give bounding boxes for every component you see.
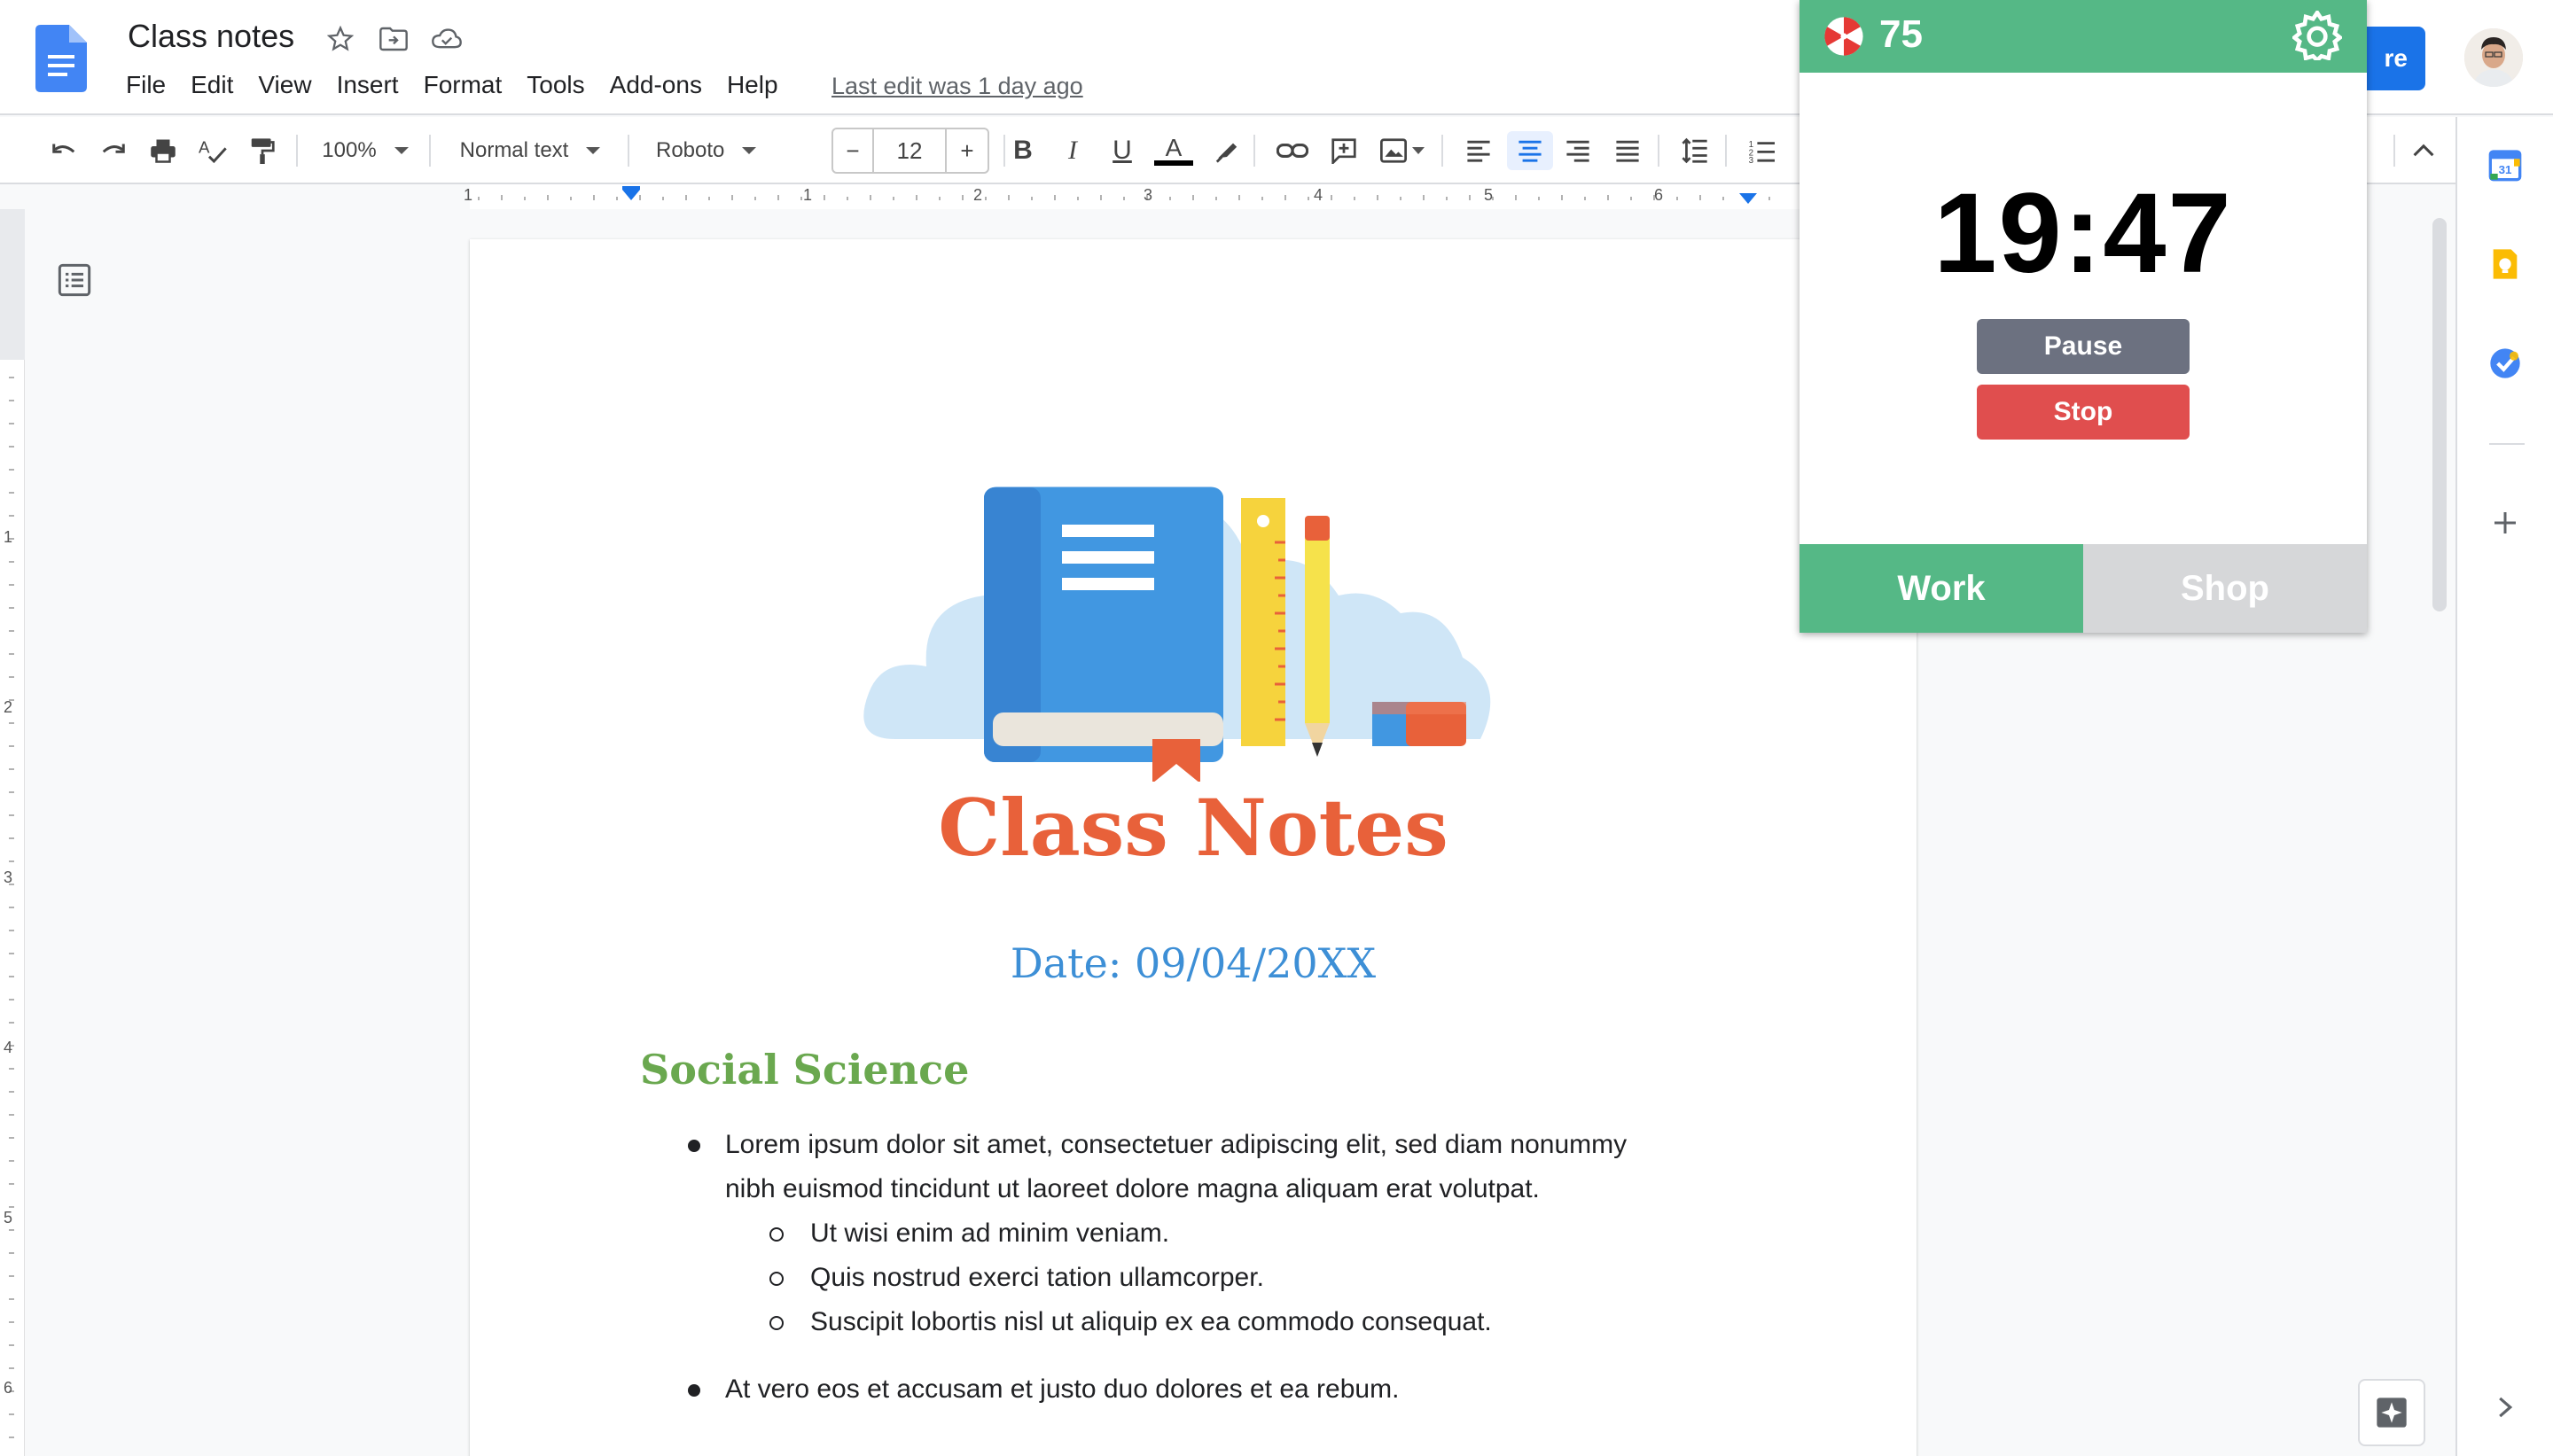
menu-view[interactable]: View: [258, 71, 311, 99]
paint-format-icon[interactable]: [245, 131, 280, 170]
ruler-number: 6: [4, 1379, 13, 1397]
menu-tools[interactable]: Tools: [527, 71, 584, 99]
sub-bullet-circle: [769, 1272, 784, 1286]
books-cloud-illustration: [863, 487, 1491, 782]
decrease-font-size-button[interactable]: −: [833, 129, 874, 172]
document-title[interactable]: Class notes: [128, 18, 294, 55]
document-heading[interactable]: Class Notes: [470, 782, 1917, 874]
ruler-number: 4: [1314, 186, 1323, 204]
menu-help[interactable]: Help: [727, 71, 778, 99]
pause-button[interactable]: Pause: [1977, 319, 2190, 374]
sub-bullet-text[interactable]: Suscipit lobortis nisl ut aliquip ex ea …: [810, 1300, 1492, 1344]
numbered-list-icon[interactable]: 123: [1743, 131, 1782, 170]
ruler-number: 2: [4, 698, 13, 716]
menu-file[interactable]: File: [126, 71, 166, 99]
sub-bullet-text[interactable]: Quis nostrud exerci tation ullamcorper.: [810, 1256, 1264, 1300]
bold-icon[interactable]: B: [1005, 131, 1041, 170]
svg-text:A: A: [199, 138, 210, 157]
tasks-icon[interactable]: [2486, 344, 2525, 383]
menu-format[interactable]: Format: [424, 71, 503, 99]
sub-bullet-circle: [769, 1227, 784, 1242]
menu-edit[interactable]: Edit: [191, 71, 233, 99]
collapse-panel-chevron-icon[interactable]: [2486, 1388, 2525, 1427]
avatar[interactable]: [2464, 28, 2523, 87]
paragraph-style-select[interactable]: Normal text: [443, 131, 617, 170]
section-heading[interactable]: Social Science: [640, 1046, 969, 1094]
sub-bullet-text[interactable]: Ut wisi enim ad minim veniam.: [810, 1211, 1169, 1256]
insert-image-icon[interactable]: [1374, 131, 1431, 170]
ruler-number: 3: [4, 868, 13, 886]
menu-bar: File Edit View Insert Format Tools Add-o…: [126, 71, 803, 99]
highlight-color-icon[interactable]: [1209, 131, 1245, 170]
align-right-icon[interactable]: [1558, 131, 1597, 170]
underline-icon[interactable]: U: [1105, 131, 1140, 170]
left-indent-marker: [622, 190, 640, 200]
peppermint-candy-icon: [1824, 17, 1863, 56]
ruler-number: 5: [4, 1209, 13, 1226]
insert-comment-icon[interactable]: [1324, 131, 1363, 170]
insert-link-icon[interactable]: [1273, 131, 1312, 170]
font-size-input[interactable]: 12: [874, 129, 945, 172]
last-edit-link[interactable]: Last edit was 1 day ago: [831, 73, 1083, 100]
svg-text:3: 3: [1749, 156, 1754, 163]
menu-addons[interactable]: Add-ons: [610, 71, 702, 99]
font-select[interactable]: Roboto: [644, 131, 817, 170]
focus-timer-popup: 75 19:47 Pause Stop Work Shop: [1800, 0, 2367, 633]
add-addon-icon[interactable]: [2486, 503, 2525, 542]
bullet-text-line[interactable]: Lorem ipsum dolor sit amet, consectetuer…: [725, 1123, 1627, 1167]
justify-icon[interactable]: [1608, 131, 1647, 170]
gear-icon[interactable]: [2292, 11, 2342, 60]
vertical-scrollbar-thumb[interactable]: [2432, 218, 2447, 611]
ruler-number: 6: [1654, 186, 1664, 204]
undo-icon[interactable]: [46, 131, 82, 170]
italic-icon[interactable]: I: [1055, 131, 1090, 170]
move-to-folder-icon[interactable]: [378, 23, 410, 55]
print-icon[interactable]: [145, 131, 181, 170]
align-center-icon[interactable]: [1507, 131, 1553, 170]
popup-header: 75: [1800, 0, 2367, 73]
calendar-icon[interactable]: 31: [2486, 145, 2525, 184]
text-color-icon[interactable]: A: [1152, 131, 1195, 170]
calendar-day: 31: [2499, 163, 2512, 176]
bullet-text-line[interactable]: nibh euismod tincidunt ut laoreet dolore…: [725, 1167, 1540, 1211]
ruler-number: 5: [1484, 186, 1494, 204]
cloud-saved-icon[interactable]: [431, 23, 463, 55]
sub-bullet-circle: [769, 1316, 784, 1330]
font-size-stepper: − 12 +: [831, 128, 989, 174]
increase-font-size-button[interactable]: +: [945, 129, 988, 172]
keep-icon[interactable]: [2486, 245, 2525, 284]
document-date[interactable]: Date: 09/04/20XX: [470, 939, 1917, 987]
hide-menus-chevron-icon[interactable]: [2404, 131, 2443, 170]
stop-button[interactable]: Stop: [1977, 385, 2190, 440]
right-indent-marker: [1739, 193, 1757, 204]
redo-icon[interactable]: [96, 131, 131, 170]
horizontal-ruler[interactable]: 1 1 2 3 4 5 6: [0, 184, 1915, 209]
side-panel: 31: [2455, 117, 2553, 1456]
ruler-number: 2: [973, 186, 983, 204]
vertical-ruler[interactable]: 1 2 3 4 5 6: [0, 209, 25, 1456]
align-left-icon[interactable]: [1459, 131, 1498, 170]
countdown-timer: 19:47: [1933, 170, 2233, 297]
google-docs-logo-icon[interactable]: [35, 25, 87, 92]
star-icon[interactable]: [324, 23, 356, 55]
spellcheck-icon[interactable]: A: [195, 131, 230, 170]
bullet-dot: [688, 1140, 700, 1152]
menu-insert[interactable]: Insert: [337, 71, 399, 99]
ruler-number: 1: [803, 186, 813, 204]
line-spacing-icon[interactable]: [1675, 131, 1714, 170]
ruler-number: 3: [1144, 186, 1153, 204]
ruler-number: 1: [464, 186, 473, 204]
coin-count: 75: [1879, 12, 1923, 56]
explore-button[interactable]: [2358, 1379, 2425, 1446]
zoom-select[interactable]: 100%: [312, 131, 418, 170]
document-page[interactable]: Class Notes Date: 09/04/20XX Social Scie…: [470, 239, 1917, 1456]
tab-shop[interactable]: Shop: [2083, 544, 2367, 633]
bullet-dot: [688, 1384, 700, 1397]
tab-work[interactable]: Work: [1800, 544, 2083, 633]
ruler-number: 4: [4, 1039, 13, 1056]
bullet-text-line[interactable]: At vero eos et accusam et justo duo dolo…: [725, 1367, 1399, 1412]
ruler-number: 1: [4, 528, 13, 546]
document-outline-icon[interactable]: [57, 262, 92, 298]
